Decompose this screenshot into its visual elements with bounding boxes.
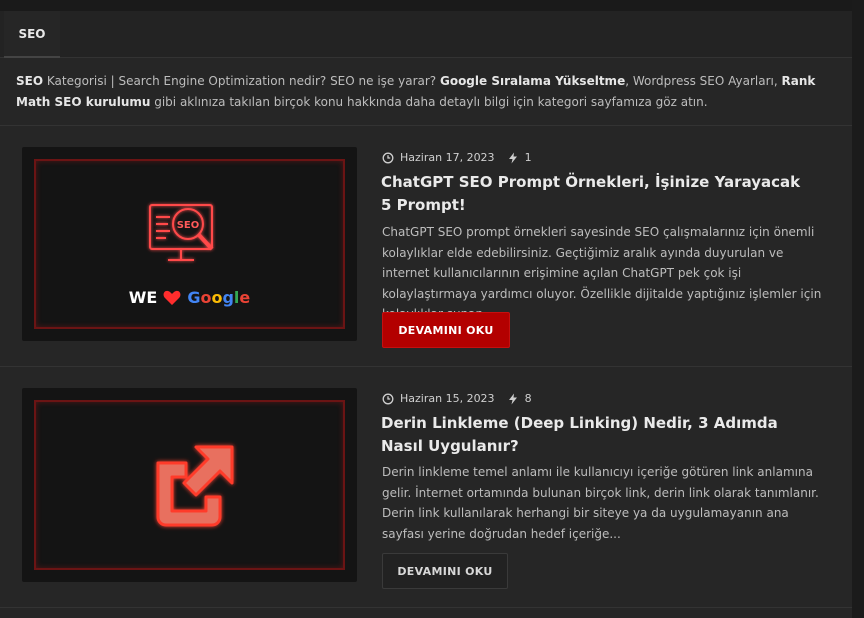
desc-bold-seo: SEO (16, 74, 44, 88)
desc-text-3: gibi aklınıza takılan birçok konu hakkın… (150, 95, 708, 109)
post-item: Haziran 15, 2023 8 Derin Linkleme (Deep … (0, 367, 852, 608)
post-views: 1 (524, 151, 532, 164)
post-thumbnail[interactable]: SEO WE Google (22, 147, 357, 341)
desc-bold-google: Google Sıralama Yükseltme (439, 74, 626, 88)
google-text: Google (187, 288, 251, 307)
desc-text-2: , Wordpress SEO Ayarları, (625, 74, 782, 88)
scrollbar[interactable] (852, 0, 864, 618)
top-strip (0, 0, 852, 11)
bolt-icon (508, 393, 517, 404)
page: SEO SEO Kategorisi | Search Engine Optim… (0, 0, 853, 618)
clock-icon (382, 393, 394, 404)
heart-icon (163, 290, 181, 305)
seo-monitor-icon: SEO (149, 204, 214, 261)
svg-text:SEO: SEO (177, 220, 200, 231)
post-meta: Haziran 17, 2023 1 (382, 151, 532, 164)
post-meta: Haziran 15, 2023 8 (382, 392, 532, 405)
post-date: Haziran 17, 2023 (400, 151, 495, 164)
external-link-icon (156, 445, 234, 527)
post-excerpt: Derin linkleme temel anlamı ile kullanıc… (382, 465, 819, 541)
post-item: SEO WE Google Haziran 17, 2023 1 ChatGPT… (0, 126, 852, 367)
tab-bar: SEO (0, 11, 852, 58)
clock-icon (382, 152, 394, 163)
category-description: SEO Kategorisi | Search Engine Optimizat… (0, 58, 852, 126)
desc-text-1: Kategorisi | Search Engine Optimization … (43, 74, 440, 88)
post-title[interactable]: Derin Linkleme (Deep Linking) Nedir, 3 A… (381, 412, 801, 458)
we-love-google: WE Google (22, 288, 357, 307)
tab-seo[interactable]: SEO (4, 11, 60, 58)
read-more-button[interactable]: DEVAMINI OKU (382, 312, 510, 348)
we-text: WE (128, 288, 158, 307)
post-excerpt: ChatGPT SEO prompt örnekleri sayesinde S… (382, 225, 822, 321)
post-thumbnail[interactable] (22, 388, 357, 582)
post-title[interactable]: ChatGPT SEO Prompt Örnekleri, İşinize Ya… (381, 171, 801, 217)
post-views: 8 (524, 392, 532, 405)
bolt-icon (508, 152, 517, 163)
read-more-button[interactable]: DEVAMINI OKU (382, 553, 508, 589)
post-date: Haziran 15, 2023 (400, 392, 495, 405)
